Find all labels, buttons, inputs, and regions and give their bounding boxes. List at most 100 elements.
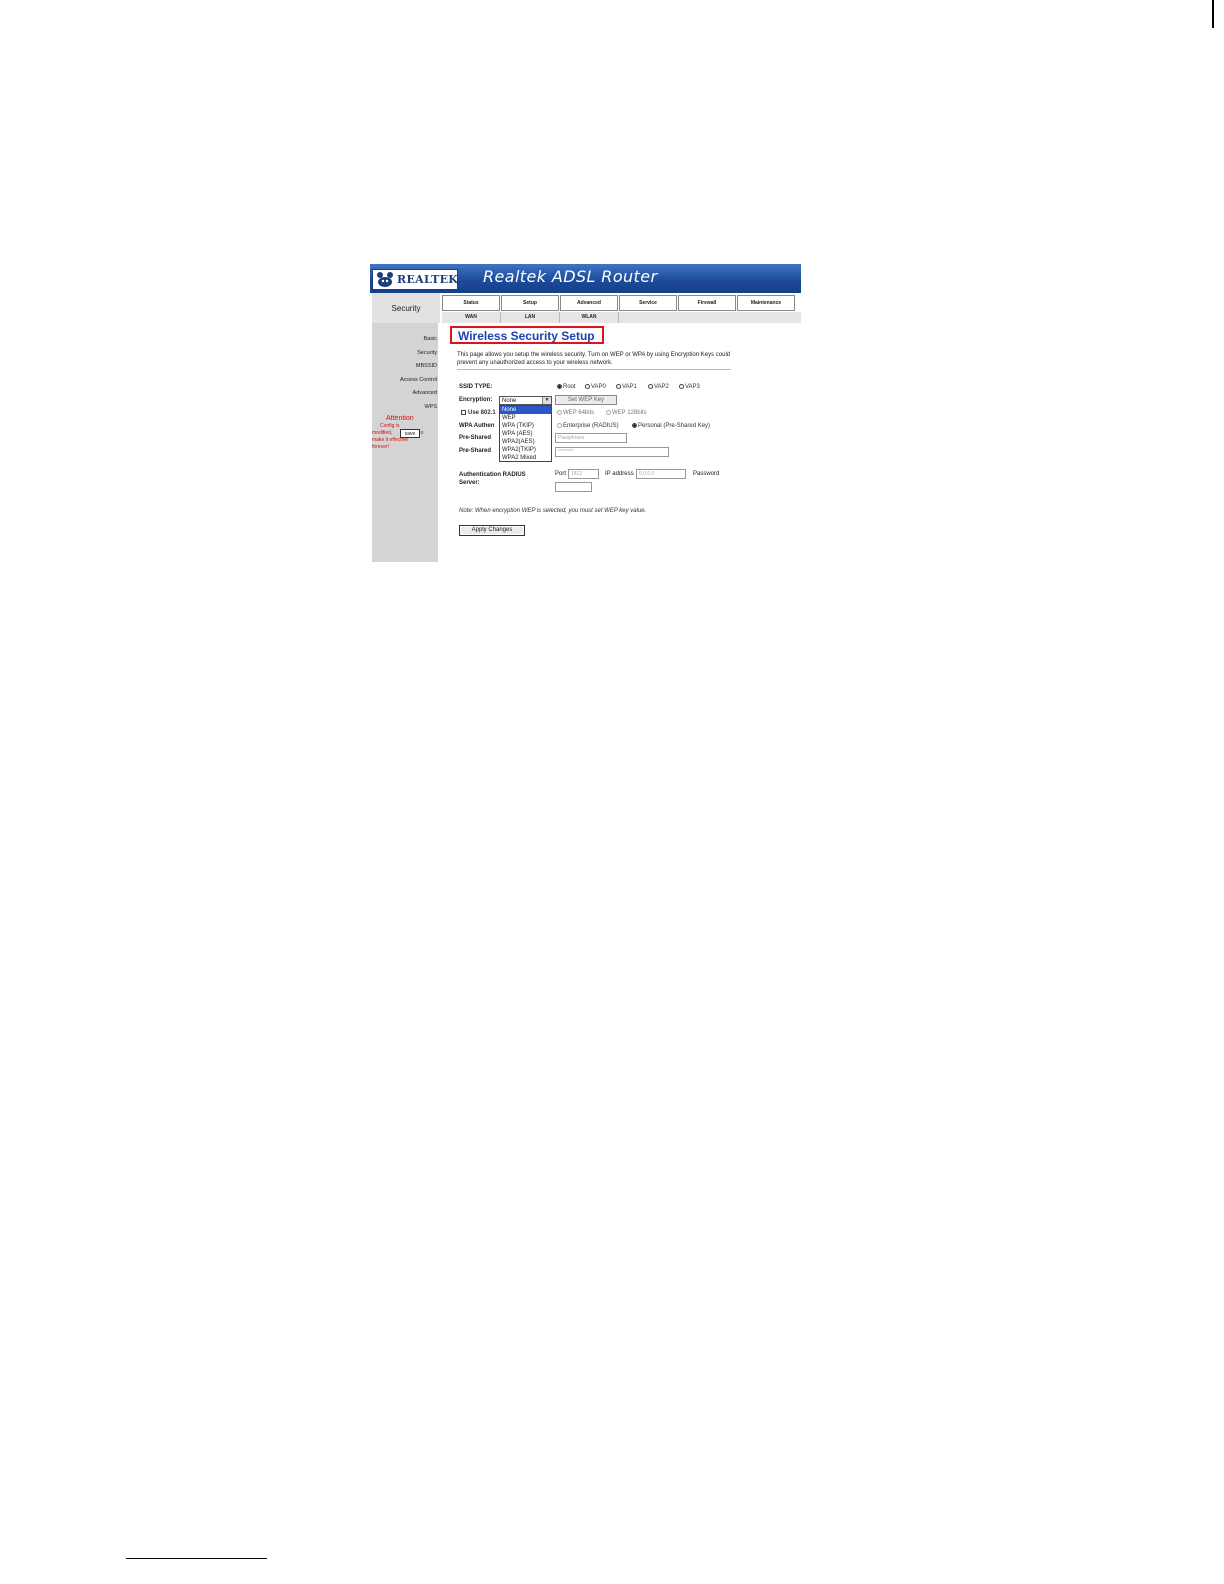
wpa-enterprise-radio[interactable]: Enterprise (RADIUS) [557,423,619,429]
checkbox-icon [461,410,466,415]
tab-status[interactable]: Status [442,295,500,311]
psk-label: Pre-Shared [459,448,492,454]
divider [457,369,731,370]
main-content: Wireless Security Setup This page allows… [438,323,801,562]
port-input[interactable]: 1812 [568,469,599,479]
wpa-auth-label: WPA Authen [459,423,495,429]
port-label: Port [555,471,567,477]
ssid-radio-vap2[interactable]: VAP2 [648,384,669,390]
ssid-radio-vap3-label: VAP3 [685,384,700,391]
sidebar-item-advanced[interactable]: Advanced [413,390,437,396]
radio-icon [557,384,562,389]
ssid-radio-root[interactable]: Root [557,384,576,390]
ip-address-label: IP address [605,471,634,477]
encryption-option-wep[interactable]: WEP [500,414,551,422]
footnote-rule [126,1558,267,1559]
encryption-option-wpa2-tkip[interactable]: WPA2(TKIP) [500,446,551,454]
sub-tabs: WAN LAN WLAN [442,312,801,323]
realtek-crab-icon [377,272,393,287]
radio-icon [632,423,637,428]
sidebar-item-access-control[interactable]: Access Control [400,377,437,383]
wep-64-radio[interactable]: WEP 64bits [557,410,594,416]
wep-note: Note: When encryption WEP is selected, y… [459,508,647,514]
radius-label-1: Authentication RADIUS [459,472,526,478]
encryption-select[interactable]: None ▼ [499,396,552,405]
page-title: Wireless Security Setup [458,329,595,343]
attention-title: Attention [386,415,414,422]
radio-icon [557,410,562,415]
apply-changes-button[interactable]: Apply Changes [459,525,525,536]
ssid-radio-vap0[interactable]: VAP0 [585,384,606,390]
page-title-highlight: Wireless Security Setup [450,326,604,344]
tab-maintenance[interactable]: Maintenance [737,295,795,311]
page-description: This page allows you setup the wireless … [457,352,731,366]
subtab-wan[interactable]: WAN [442,312,501,323]
chevron-down-icon[interactable]: ▼ [542,397,551,404]
ssid-radio-vap3[interactable]: VAP3 [679,384,700,390]
attention-line-4: forever! [372,444,389,450]
realtek-logo: REALTEK [372,269,458,290]
tab-service[interactable]: Service [619,295,677,311]
set-wep-key-button[interactable]: Set WEP Key [555,395,617,405]
radio-icon [557,423,562,428]
section-header: Security [372,293,440,323]
attention-line-2-pre: modified, [372,430,393,436]
top-tabs: Status Setup Advanced Service Firewall M… [442,295,796,311]
radio-icon [616,384,621,389]
wep-64-label: WEP 64bits [563,410,595,417]
section-label: Security [391,304,421,313]
ssid-radio-root-label: Root [563,384,576,391]
sidebar-item-wps[interactable]: WPS [424,404,437,410]
encryption-dropdown: None WEP WPA (TKIP) WPA (AES) WPA2(AES) … [499,405,552,462]
psk-value: ******** [558,449,574,455]
password-label: Password [693,471,720,477]
encryption-option-none[interactable]: None [500,406,551,414]
subtab-wlan[interactable]: WLAN [560,312,619,323]
wep-128-radio[interactable]: WEP 128bits [606,410,647,416]
sidebar-item-security[interactable]: Security [417,350,437,356]
ssid-radio-vap1[interactable]: VAP1 [616,384,637,390]
logo-text: REALTEK [397,273,459,286]
ssid-radio-vap1-label: VAP1 [622,384,637,391]
radio-icon [648,384,653,389]
encryption-option-wpa-tkip[interactable]: WPA (TKIP) [500,422,551,430]
tab-advanced[interactable]: Advanced [560,295,618,311]
wpa-enterprise-label: Enterprise (RADIUS) [563,423,619,430]
subtab-lan[interactable]: LAN [501,312,560,323]
wpa-personal-radio[interactable]: Personal (Pre-Shared Key) [632,423,710,429]
ssid-radio-vap0-label: VAP0 [591,384,606,391]
header-banner: REALTEK Realtek ADSL Router [370,264,801,293]
radio-icon [606,410,611,415]
sidebar-item-basic[interactable]: Basic [424,336,437,342]
ssid-type-label: SSID TYPE: [459,384,493,390]
port-value: 1812 [571,471,583,477]
router-screenshot: REALTEK Realtek ADSL Router Security Sta… [370,264,801,562]
sidebar-item-mbssid[interactable]: MBSSID [416,363,437,369]
wpa-personal-label: Personal (Pre-Shared Key) [638,423,711,430]
use-8021x-label: Use 802.1 [468,410,496,417]
tab-setup[interactable]: Setup [501,295,559,311]
encryption-option-wpa2-aes[interactable]: WPA2(AES) [500,438,551,446]
psk-format-value: Passphrase [558,435,585,441]
ssid-radio-vap2-label: VAP2 [654,384,669,391]
use-8021x-checkbox[interactable]: Use 802.1 [461,410,496,416]
encryption-option-wpa2-mixed[interactable]: WPA2 Mixed [500,454,551,462]
radius-label-2: Server: [459,480,480,486]
encryption-select-value: None [502,398,517,404]
tab-firewall[interactable]: Firewall [678,295,736,311]
radio-icon [679,384,684,389]
psk-format-label: Pre-Shared [459,435,492,441]
psk-input[interactable]: ******** [555,447,669,457]
radio-icon [585,384,590,389]
save-config-button[interactable]: save [400,429,420,438]
encryption-option-wpa-aes[interactable]: WPA (AES) [500,430,551,438]
attention-line-3: make it effective [372,437,409,443]
password-input[interactable] [555,482,592,492]
ip-address-value: 0.0.0.0 [639,471,655,477]
wep-128-label: WEP 128bits [612,410,647,417]
encryption-label: Encryption: [459,397,493,403]
psk-format-select[interactable]: Passphrase [555,433,627,443]
banner-title: Realtek ADSL Router [483,267,658,286]
ip-address-input[interactable]: 0.0.0.0 [636,469,686,479]
page-edge-mark [1212,0,1214,28]
